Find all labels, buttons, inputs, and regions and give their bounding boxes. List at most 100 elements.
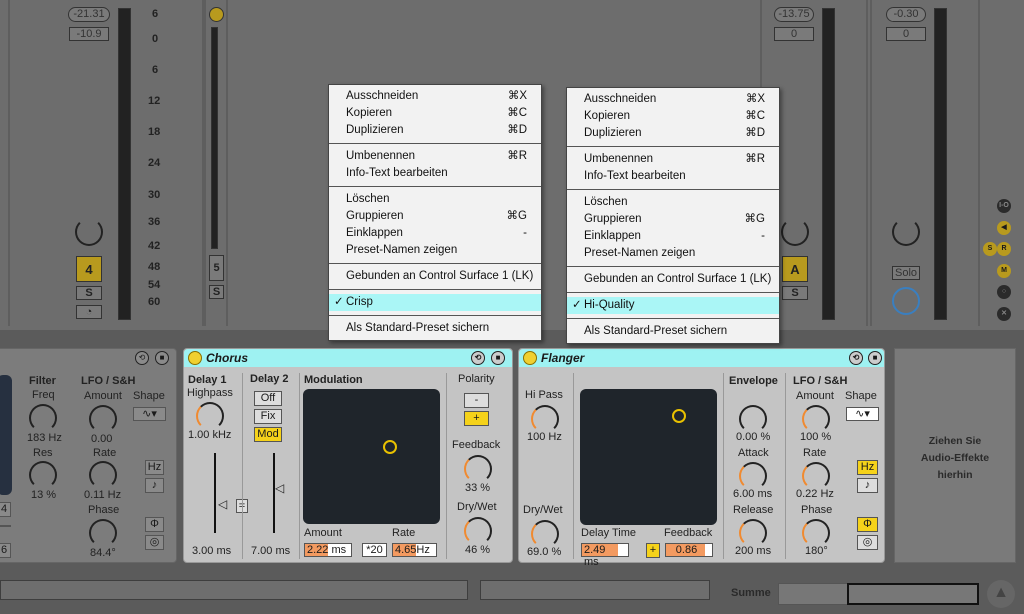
menu-item-copy[interactable]: Kopieren ⌘C — [329, 105, 541, 122]
save-preset-icon[interactable]: ■ — [868, 351, 882, 365]
solo-button[interactable]: S — [76, 286, 102, 300]
value-field[interactable]: 6 — [0, 543, 11, 558]
pan-knob[interactable] — [781, 218, 809, 246]
spin-mode-button[interactable]: ◎ — [857, 535, 878, 550]
value-field[interactable]: 4 — [0, 502, 11, 517]
freq-knob[interactable] — [29, 404, 57, 432]
menu-item-control-surface[interactable]: Gebunden an Control Surface 1 (LK) — [567, 271, 779, 288]
menu-item-cut[interactable]: Ausschneiden ⌘X — [329, 88, 541, 105]
rate-multiplier-button[interactable]: *20 — [362, 543, 387, 557]
sync-button[interactable]: ♪ — [857, 478, 878, 493]
menu-item-show-preset-name[interactable]: Preset-Namen zeigen — [329, 242, 541, 259]
close-icon[interactable]: ✕ — [997, 307, 1011, 321]
phase-mode-button[interactable]: Φ — [857, 517, 878, 532]
menu-item-hi-quality[interactable]: ✓ Hi-Quality — [567, 297, 779, 314]
volume-field[interactable]: 0 — [774, 27, 814, 41]
s-toggle[interactable]: S — [983, 242, 997, 256]
hipass-knob[interactable] — [531, 405, 559, 433]
track-activator-button[interactable]: 5 — [209, 255, 224, 281]
save-preset-icon[interactable]: ■ — [491, 351, 505, 365]
menu-item-delete[interactable]: Löschen — [567, 194, 779, 211]
spin-mode-button[interactable]: ◎ — [145, 535, 164, 550]
menu-item-group[interactable]: Gruppieren ⌘G — [567, 211, 779, 228]
menu-item-crisp[interactable]: ✓ Crisp — [329, 294, 541, 311]
drywet-knob[interactable] — [464, 517, 492, 545]
xy-cursor[interactable] — [672, 409, 686, 423]
menu-item-edit-info[interactable]: Info-Text bearbeiten — [329, 165, 541, 182]
io-toggle-icon[interactable]: I-O — [997, 199, 1011, 213]
sync-button[interactable]: ♪ — [145, 478, 164, 493]
r-toggle[interactable]: R — [997, 242, 1011, 256]
effect-drop-area[interactable]: Ziehen Sie Audio-Effekte hierhin — [894, 348, 1016, 563]
device-power-button[interactable] — [523, 351, 537, 365]
device-title-bar[interactable]: Chorus ⟲ ■ — [184, 349, 512, 367]
menu-item-fold[interactable]: Einklappen - — [567, 228, 779, 245]
device-overview[interactable] — [778, 583, 979, 605]
menu-item-save-default-preset[interactable]: Als Standard-Preset sichern — [329, 320, 541, 337]
polarity-minus-button[interactable]: - — [464, 393, 489, 408]
hot-swap-icon[interactable]: ⟲ — [849, 351, 863, 365]
delay2-off-button[interactable]: Off — [254, 391, 282, 406]
rate-field[interactable]: 4.65Hz — [392, 543, 437, 557]
polarity-button[interactable]: + — [646, 543, 660, 558]
sends-toggle-icon[interactable]: ◀ — [997, 221, 1011, 235]
hz-button[interactable]: Hz — [145, 460, 164, 475]
phase-knob[interactable] — [89, 519, 117, 547]
volume-field[interactable]: 0 — [886, 27, 926, 41]
lfo-rate-knob[interactable] — [802, 462, 830, 490]
shape-dropdown[interactable]: ∿▾ — [133, 407, 166, 421]
amount-knob[interactable] — [89, 405, 117, 433]
feedback-knob[interactable] — [464, 455, 492, 483]
menu-item-duplicate[interactable]: Duplizieren ⌘D — [329, 122, 541, 139]
delay-time-field[interactable]: 2.49 ms — [581, 543, 629, 568]
phase-mode-button[interactable]: Φ — [145, 517, 164, 532]
drywet-knob[interactable] — [531, 520, 559, 548]
release-knob[interactable] — [739, 519, 767, 547]
xy-cursor[interactable] — [383, 440, 397, 454]
delay2-slider-handle[interactable]: ◁ — [275, 481, 284, 495]
save-preset-icon[interactable]: ■ — [155, 351, 169, 365]
menu-item-control-surface[interactable]: Gebunden an Control Surface 1 (LK) — [329, 268, 541, 285]
phase-knob[interactable] — [802, 519, 830, 547]
track-activator-button[interactable]: A — [782, 256, 808, 282]
hz-button[interactable]: Hz — [857, 460, 878, 475]
delay2-mod-button[interactable]: Mod — [254, 427, 282, 442]
device-title-bar[interactable]: Flanger ⟲ ■ — [519, 349, 884, 367]
lfo-amount-knob[interactable] — [802, 405, 830, 433]
menu-item-rename[interactable]: Umbenennen ⌘R — [567, 151, 779, 168]
menu-item-cut[interactable]: Ausschneiden ⌘X — [567, 91, 779, 108]
menu-item-duplicate[interactable]: Duplizieren ⌘D — [567, 125, 779, 142]
envelope-amount-knob[interactable] — [739, 405, 767, 433]
menu-item-copy[interactable]: Kopieren ⌘C — [567, 108, 779, 125]
solo-button[interactable]: S — [209, 285, 224, 299]
flanger-xy-pad[interactable] — [580, 389, 717, 525]
delay2-fix-button[interactable]: Fix — [254, 409, 282, 424]
amount-field[interactable]: 2.22 ms — [304, 543, 352, 557]
solo-button[interactable]: Solo — [892, 266, 920, 280]
monitor-button[interactable]: ◔ — [76, 305, 102, 319]
rate-knob[interactable] — [89, 461, 117, 489]
overview-selection[interactable] — [847, 583, 979, 605]
menu-item-show-preset-name[interactable]: Preset-Namen zeigen — [567, 245, 779, 262]
cue-volume-knob[interactable] — [892, 287, 920, 315]
modulation-xy-pad[interactable] — [303, 389, 440, 524]
delay1-slider-handle[interactable]: ◁ — [218, 497, 227, 511]
attack-knob[interactable] — [739, 462, 767, 490]
pan-knob[interactable] — [75, 218, 103, 246]
value-field[interactable] — [0, 525, 11, 527]
menu-item-save-default-preset[interactable]: Als Standard-Preset sichern — [567, 323, 779, 340]
volume-field[interactable]: -10.9 — [69, 27, 109, 41]
highpass-knob[interactable] — [196, 402, 224, 430]
crossfader-toggle-icon[interactable]: ○ — [997, 285, 1011, 299]
menu-item-delete[interactable]: Löschen — [329, 191, 541, 208]
device-power-button[interactable] — [188, 351, 202, 365]
feedback-field[interactable]: 0.86 — [665, 543, 713, 557]
expand-triangle-icon[interactable]: ▲ — [987, 580, 1015, 608]
menu-item-edit-info[interactable]: Info-Text bearbeiten — [567, 168, 779, 185]
menu-item-rename[interactable]: Umbenennen ⌘R — [329, 148, 541, 165]
m-toggle[interactable]: M — [997, 264, 1011, 278]
solo-button[interactable]: S — [782, 286, 808, 300]
hot-swap-icon[interactable]: ⟲ — [471, 351, 485, 365]
delay1-slider[interactable] — [214, 453, 216, 533]
shape-dropdown[interactable]: ∿▾ — [846, 407, 879, 421]
